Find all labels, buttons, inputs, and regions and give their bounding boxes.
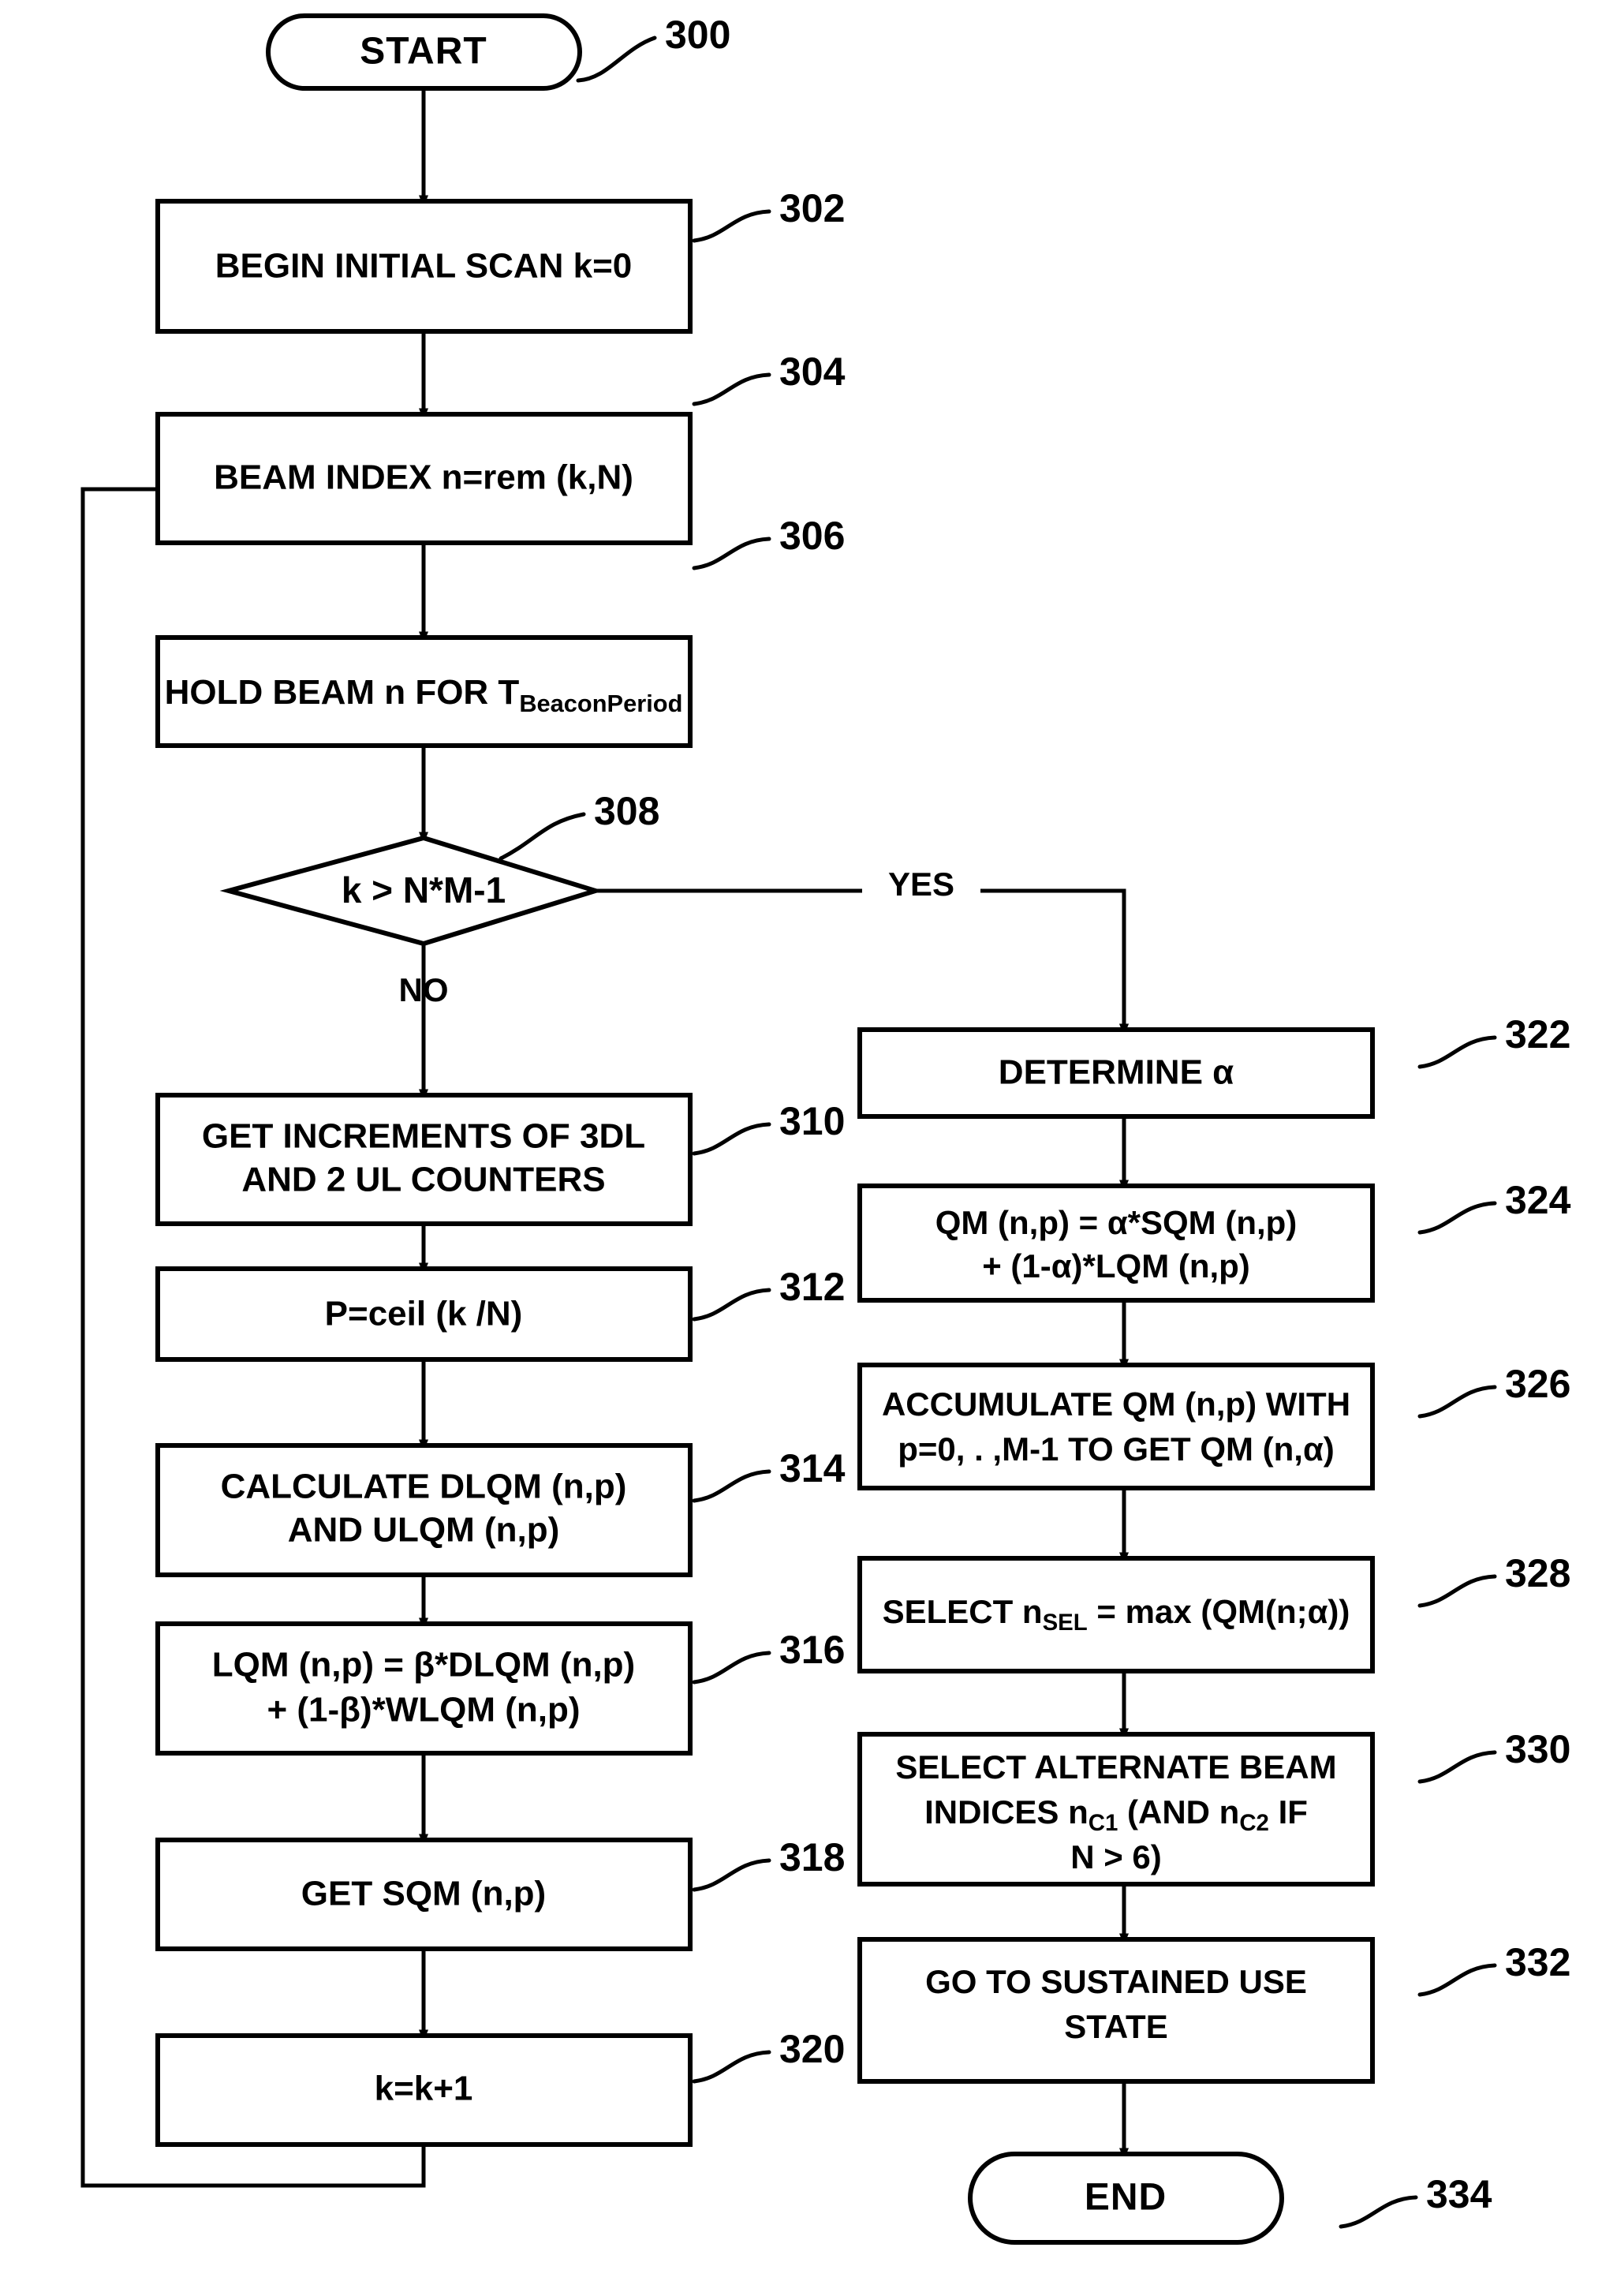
- node-312-label: P=ceil (k /N): [325, 1295, 523, 1333]
- node-306-label-subscript: BeaconPeriod: [519, 690, 682, 717]
- leader-330: [1417, 1750, 1497, 1784]
- node-302-label: BEGIN INITIAL SCAN k=0: [215, 247, 633, 286]
- ref-number-304: 304: [779, 350, 846, 394]
- node-330-label-line2a: INDICES n: [924, 1793, 1089, 1830]
- node-324-label-line2: + (1-α)*LQM (n,p): [982, 1247, 1250, 1284]
- leader-324: [1417, 1201, 1497, 1235]
- leader-310: [692, 1122, 771, 1156]
- node-332-label-line1: GO TO SUSTAINED USE: [925, 1963, 1307, 2000]
- ref-number-312: 312: [779, 1265, 845, 1309]
- node-332-label-line2: STATE: [1064, 2008, 1167, 2045]
- leader-326: [1417, 1385, 1497, 1419]
- node-320-label: k=k+1: [375, 2070, 473, 2108]
- leader-320: [692, 2050, 771, 2084]
- flowchart-canvas: START BEGIN INITIAL SCAN k=0 BEAM INDEX …: [80, 13, 1571, 2245]
- node-end-label: END: [1085, 2177, 1167, 2219]
- ref-number-332: 332: [1505, 1940, 1570, 1984]
- leader-314: [692, 1469, 771, 1503]
- node-328-label: SELECT nSEL = max (QM(n;α)): [883, 1593, 1350, 1636]
- leader-308: [499, 812, 586, 861]
- node-start-label: START: [360, 31, 487, 73]
- ref-number-318: 318: [779, 1835, 845, 1879]
- patent-flowchart-figure: START BEGIN INITIAL SCAN k=0 BEAM INDEX …: [0, 0, 1602, 2296]
- node-304-label: BEAM INDEX n=rem (k,N): [214, 458, 633, 497]
- leader-322: [1417, 1035, 1497, 1069]
- node-322-label: DETERMINE α: [999, 1053, 1234, 1092]
- node-330-label-sub-c1: C1: [1089, 1810, 1118, 1836]
- node-324-label-line1: QM (n,p) = α*SQM (n,p): [935, 1204, 1298, 1241]
- leader-312: [692, 1288, 771, 1322]
- node-310-label-line2: AND 2 UL COUNTERS: [241, 1161, 605, 1199]
- ref-number-300: 300: [665, 13, 730, 57]
- leader-318: [692, 1858, 771, 1892]
- edge-308-yes-seg2: [980, 888, 1129, 1036]
- edge-308-yes-to-322: [596, 888, 1129, 1036]
- node-316-label-line1: LQM (n,p) = β*DLQM (n,p): [212, 1646, 635, 1685]
- node-310-label-line1: GET INCREMENTS OF 3DL: [202, 1117, 645, 1156]
- node-326-shape: [857, 1363, 1375, 1490]
- leader-332: [1417, 1963, 1497, 1997]
- node-330-label-line2c: IF: [1269, 1793, 1308, 1830]
- node-314-label-line2: AND ULQM (n,p): [288, 1511, 560, 1550]
- node-328-label-subscript: SEL: [1043, 1610, 1088, 1636]
- node-328-label-post: = max (QM(n;α)): [1088, 1593, 1350, 1630]
- node-330-label-line3: N > 6): [1070, 1838, 1162, 1875]
- node-318-label: GET SQM (n,p): [301, 1875, 546, 1913]
- node-330-label-sub-c2: C2: [1239, 1810, 1269, 1836]
- ref-number-320: 320: [779, 2027, 845, 2071]
- ref-number-326: 326: [1505, 1362, 1570, 1406]
- node-316-label-line2: + (1-β)*WLQM (n,p): [267, 1691, 580, 1729]
- leader-306: [692, 537, 771, 570]
- ref-number-328: 328: [1505, 1551, 1570, 1595]
- ref-number-306: 306: [779, 514, 845, 558]
- node-328-label-pre: SELECT n: [883, 1593, 1043, 1630]
- leader-334: [1339, 2195, 1418, 2229]
- node-316-shape: [155, 1621, 693, 1756]
- ref-number-324: 324: [1505, 1178, 1571, 1222]
- node-326-label-line2: p=0, . ,M-1 TO GET QM (n,α): [898, 1430, 1335, 1468]
- ref-number-322: 322: [1505, 1012, 1570, 1056]
- ref-number-316: 316: [779, 1628, 845, 1672]
- leader-316: [692, 1651, 771, 1685]
- node-326-label-line1: ACCUMULATE QM (n,p) WITH: [882, 1385, 1350, 1423]
- node-330-label-line1: SELECT ALTERNATE BEAM: [895, 1748, 1336, 1786]
- edge-label-yes: YES: [888, 866, 954, 903]
- node-308-label: k > N*M-1: [342, 869, 506, 911]
- leader-300: [576, 36, 657, 83]
- ref-number-310: 310: [779, 1099, 845, 1143]
- ref-number-308: 308: [594, 789, 659, 833]
- node-310-shape: [155, 1093, 693, 1226]
- leader-302: [692, 209, 771, 243]
- ref-number-330: 330: [1505, 1727, 1570, 1771]
- ref-number-302: 302: [779, 186, 845, 230]
- ref-number-334: 334: [1426, 2172, 1492, 2216]
- edge-label-no: NO: [399, 971, 449, 1008]
- ref-number-314: 314: [779, 1446, 846, 1490]
- node-306-label-main: HOLD BEAM n FOR T: [165, 673, 520, 712]
- node-330-label-line2b: (AND n: [1118, 1793, 1239, 1830]
- node-314-label-line1: CALCULATE DLQM (n,p): [221, 1468, 627, 1506]
- leader-328: [1417, 1574, 1497, 1608]
- leader-304: [692, 372, 771, 406]
